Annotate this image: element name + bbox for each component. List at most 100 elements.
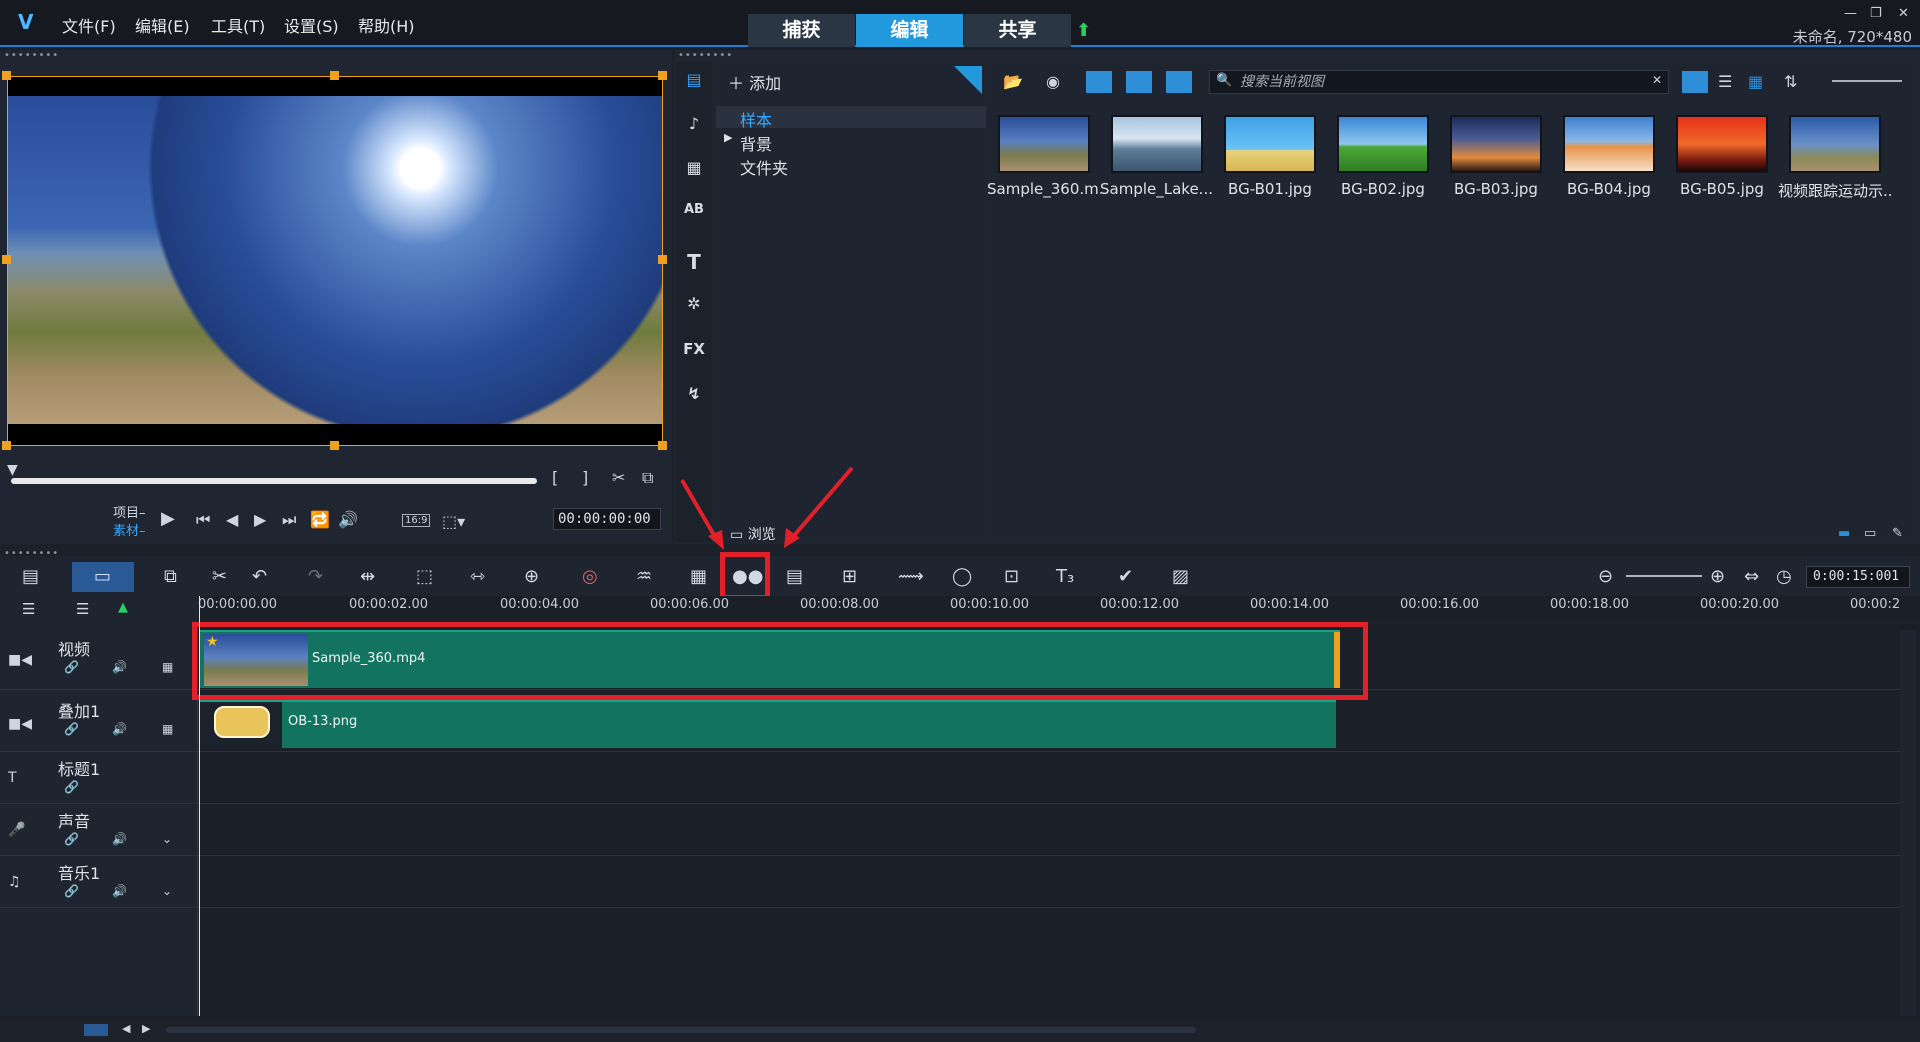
media-category-icon[interactable]: ▤ [676,70,712,100]
mute-icon[interactable]: 🔊 [112,884,127,898]
effects-icon[interactable]: ▦ [162,660,173,674]
search-input[interactable]: 搜索当前视图 [1209,70,1669,94]
mark-out-icon[interactable]: ] [582,468,588,487]
expand-arrow-icon[interactable]: ▶ [724,131,732,144]
library-edit-icon[interactable]: ✎ [1892,526,1903,541]
zoom-in-icon[interactable]: ⊕ [1710,566,1725,587]
preview-window[interactable] [7,76,663,446]
upload-icon[interactable]: ⬆ [1076,20,1091,41]
library-split-icon[interactable]: ▭ [1864,526,1876,541]
timeline-ruler[interactable] [198,596,1920,618]
redo-icon[interactable]: ↷ [308,566,323,587]
expand-icon[interactable]: ⌄ [162,832,172,846]
clear-search-icon[interactable]: ✕ [1652,73,1662,87]
vertical-scrollbar[interactable] [1900,630,1916,1016]
aspect-ratio-button[interactable]: 16:9 [402,514,431,527]
link-icon[interactable]: 🔗 [64,832,79,846]
resize-handle[interactable] [658,441,667,450]
show-videos-button[interactable] [1086,71,1112,93]
restore-icon[interactable]: ❐ [1870,6,1882,21]
instant-project-icon[interactable]: ♪ [676,114,712,144]
resize-handle[interactable] [330,441,339,450]
copy-icon[interactable]: ⧉ [164,566,177,587]
tree-item-samples[interactable]: 样本 [740,107,772,131]
thumbnail-size-slider[interactable] [1832,80,1902,82]
tab-edit[interactable]: 编辑 [856,14,963,47]
split-screen-icon[interactable]: ⇿ [470,566,485,587]
fit-icon[interactable]: ⇹ [360,566,375,587]
repeat-icon[interactable]: 🔁 [310,510,330,529]
thumbnail-sample-360[interactable] [998,115,1090,173]
close-icon[interactable]: ✕ [1898,6,1909,21]
panel-grip[interactable]: •••••••• [4,50,59,61]
add-folder-button[interactable]: ＋ 添加 [728,70,781,94]
play-icon[interactable]: ▶ [161,508,175,529]
resize-handle[interactable] [658,255,667,264]
chapter-icon[interactable]: ☰ [76,600,89,618]
speed-icon[interactable]: ⟿ [898,566,924,587]
fit-timeline-icon[interactable]: ⇔ [1744,566,1759,587]
thumbnail-bg-b05[interactable] [1676,115,1768,173]
audio-mixer-icon[interactable]: ♒ [636,566,652,587]
menu-file[interactable]: 文件(F) [62,13,116,37]
previous-frame-icon[interactable]: ◀ [226,510,238,529]
list-view-large-button[interactable] [1682,71,1708,93]
playhead-marker-icon[interactable]: ▼ [7,462,18,478]
thumbnail-bg-b04[interactable] [1563,115,1655,173]
enlarge-preview-icon[interactable]: ⧉ [642,468,653,488]
mark-in-icon[interactable]: [ [552,468,558,487]
zoom-slider[interactable] [1626,575,1702,577]
menu-help[interactable]: 帮助(H) [358,13,415,37]
track-manager-icon[interactable]: ☰ [22,600,35,618]
display-mode-icon[interactable]: ⬚▾ [442,512,465,531]
title-category-icon[interactable]: AB [676,202,712,232]
next-frame-icon[interactable]: ▶ [254,510,266,529]
path-category-icon[interactable]: ↯ [676,384,712,414]
library-layout-icon[interactable]: ▬ [1838,526,1850,541]
mute-icon[interactable]: 🔊 [112,832,127,846]
home-icon[interactable]: ⏮ [196,510,210,530]
horizontal-scrollbar[interactable] [166,1027,1196,1033]
mode-clip-label[interactable]: 素材– [113,520,146,539]
expand-icon[interactable]: ⌄ [162,884,172,898]
scroll-left-icon[interactable]: ◀ [122,1022,130,1035]
storyboard-view-icon[interactable]: ▤ [22,566,39,587]
text-category-icon[interactable]: T [676,250,712,280]
thumbnail-sample-lake[interactable] [1111,115,1203,173]
graphics-category-icon[interactable]: ✲ [676,294,712,324]
thumbnail-bg-b02[interactable] [1337,115,1429,173]
multi-camera-icon[interactable]: ▦ [690,566,707,587]
3d-title-icon[interactable]: T₃ [1056,566,1074,587]
list-view-icon[interactable]: ☰ [1718,72,1732,91]
motion-icon[interactable]: ⊕ [524,566,539,587]
tab-capture[interactable]: 捕获 [748,14,855,47]
split-clip-icon[interactable]: ✂ [612,468,625,487]
menu-settings[interactable]: 设置(S) [284,13,339,37]
playhead-line[interactable] [199,596,200,1016]
import-folder-icon[interactable]: 📂 [1003,72,1023,91]
mode-project-label[interactable]: 项目– [113,502,146,521]
tree-item-folders[interactable]: 文件夹 [740,155,788,179]
link-icon[interactable]: 🔗 [64,780,79,794]
volume-icon[interactable]: 🔊 [338,510,358,529]
mute-icon[interactable]: 🔊 [112,660,127,674]
end-icon[interactable]: ⏭ [282,510,296,530]
track-nav-button[interactable] [84,1024,108,1036]
resize-handle[interactable] [2,255,11,264]
fx-category-icon[interactable]: FX [676,340,712,370]
grid-view-icon[interactable]: ▦ [1748,72,1763,91]
scrub-bar[interactable] [11,478,537,484]
link-icon[interactable]: 🔗 [64,722,79,736]
zoom-out-icon[interactable]: ⊖ [1598,566,1613,587]
menu-tools[interactable]: 工具(T) [211,13,265,37]
text-tool-icon[interactable]: ▤ [786,566,803,587]
thumbnail-bg-b03[interactable] [1450,115,1542,173]
panel-grip[interactable]: •••••••• [678,50,733,61]
grid-icon[interactable]: ⊞ [842,566,857,587]
show-audio-button[interactable] [1166,71,1192,93]
tab-share[interactable]: 共享 [964,14,1071,47]
show-photos-button[interactable] [1126,71,1152,93]
resize-handle[interactable] [330,71,339,80]
thumbnail-tracking-sample[interactable] [1789,115,1881,173]
undo-icon[interactable]: ↶ [252,566,267,587]
